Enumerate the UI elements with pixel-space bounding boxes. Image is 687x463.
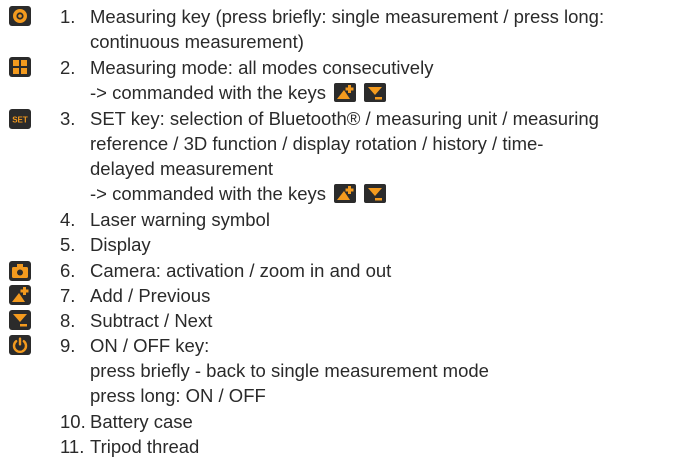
add-previous-icon [334,83,357,102]
add-previous-icon [334,184,357,203]
arrow-text: -> commanded with the keys [90,82,326,103]
item-text: Tripod thread [90,436,200,457]
item-number: 4. [60,209,76,230]
item-number: 10. [60,411,86,432]
list-item: 7. Add / Previous [0,284,687,308]
item-continuation: delayed measurement [0,157,687,181]
item-continuation: continuous measurement) [0,30,687,54]
item-text: continuous measurement) [90,31,304,52]
arrow-text: -> commanded with the keys [90,183,326,204]
item-text: Measuring key (press briefly: single mea… [90,6,605,27]
item-number: 1. [60,6,76,27]
item-text: SET key: selection of Bluetooth® / measu… [90,108,599,129]
item-text: Laser warning symbol [90,209,270,230]
item-text: press briefly - back to single measureme… [90,360,489,381]
list-item: 2. Measuring mode: all modes consecutive… [0,56,687,80]
item-number: 7. [60,285,76,306]
item-text: reference / 3D function / display rotati… [90,133,544,154]
list-item: 11. Tripod thread [0,435,687,459]
item-text: Battery case [90,411,193,432]
list-item: 10. Battery case [0,410,687,434]
item-continuation: -> commanded with the keys [0,182,687,206]
list-item: 8. Subtract / Next [0,309,687,333]
item-continuation: reference / 3D function / display rotati… [0,132,687,156]
item-number: 6. [60,260,76,281]
item-text: ON / OFF key: [90,335,210,356]
list-item: 1. Measuring key (press briefly: single … [0,5,687,29]
item-number: 5. [60,234,76,255]
item-text: Camera: activation / zoom in and out [90,260,392,281]
list-item: 3. SET key: selection of Bluetooth® / me… [0,107,687,131]
list-item: 6. Camera: activation / zoom in and out [0,259,687,283]
list-item: 9. ON / OFF key: [0,334,687,358]
instruction-list: 1. Measuring key (press briefly: single … [0,0,687,463]
item-text: Subtract / Next [90,310,213,331]
item-text: press long: ON / OFF [90,385,266,406]
item-text: Add / Previous [90,285,211,306]
list-item: 4. Laser warning symbol [0,208,687,232]
item-number: 3. [60,108,76,129]
item-number: 8. [60,310,76,331]
item-text: Display [90,234,151,255]
item-text: Measuring mode: all modes consecutively [90,57,434,78]
item-continuation: -> commanded with the keys [0,81,687,105]
subtract-next-icon [364,83,387,102]
item-continuation: press long: ON / OFF [0,384,687,408]
item-number: 11. [60,436,85,457]
item-continuation: press briefly - back to single measureme… [0,359,687,383]
item-number: 2. [60,57,76,78]
item-number: 9. [60,335,76,356]
list-item: 5. Display [0,233,687,257]
subtract-next-icon [364,184,387,203]
item-text: delayed measurement [90,158,274,179]
